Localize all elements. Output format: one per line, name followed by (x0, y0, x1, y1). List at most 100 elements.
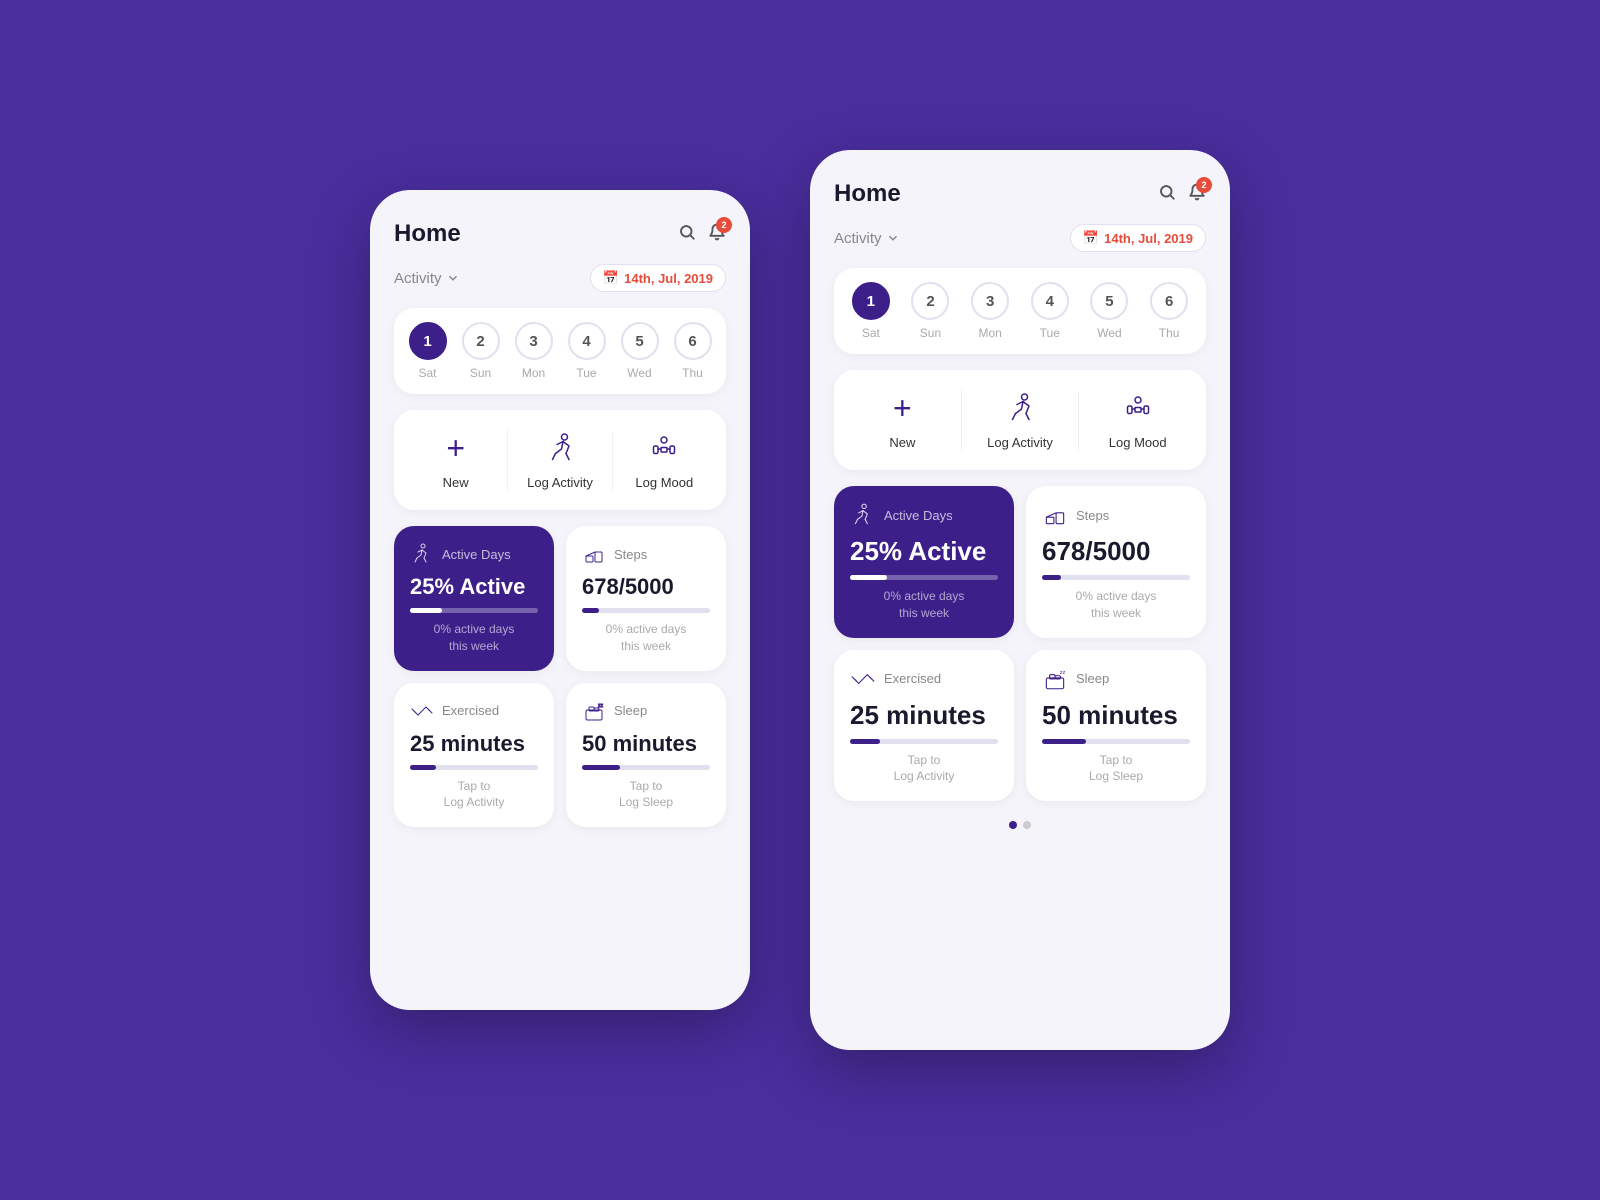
exercise-icon-left (410, 699, 434, 723)
cal-day-4-left[interactable]: 4 Tue (568, 322, 606, 380)
cal-day-2-right[interactable]: 2 Sun (911, 282, 949, 340)
svg-text:zz: zz (1060, 670, 1066, 676)
activity-dropdown-right[interactable]: Activity (834, 230, 900, 247)
stats-grid-left: Active Days 25% Active 0% active daysthi… (394, 526, 726, 827)
search-button-left[interactable] (678, 223, 696, 246)
new-button-left[interactable]: + New (404, 430, 508, 490)
sleep-title-right: Sleep (1076, 671, 1109, 686)
cal-num-4-right: 4 (1031, 282, 1069, 320)
cal-day-1-left[interactable]: 1 Sat (409, 322, 447, 380)
run-icon-right (1002, 391, 1038, 427)
activity-dropdown-left[interactable]: Activity (394, 270, 460, 287)
cal-day-4-right[interactable]: 4 Tue (1031, 282, 1069, 340)
steps-fill-right (1042, 575, 1061, 580)
sleep-value-right: 50 minutes (1042, 700, 1190, 731)
active-days-card-left[interactable]: Active Days 25% Active 0% active daysthi… (394, 526, 554, 671)
notification-button-right[interactable]: 2 (1188, 183, 1206, 206)
exercised-sub-left: Tap toLog Activity (410, 778, 538, 812)
cal-label-6-right: Thu (1159, 326, 1180, 340)
exercised-card-left[interactable]: Exercised 25 minutes Tap toLog Activity (394, 683, 554, 828)
active-days-value-left: 25% Active (410, 574, 538, 600)
cal-day-6-right[interactable]: 6 Thu (1150, 282, 1188, 340)
exercised-sub-right: Tap toLog Activity (850, 752, 998, 786)
cal-num-2-right: 2 (911, 282, 949, 320)
search-button-right[interactable] (1158, 183, 1176, 206)
log-mood-button-left[interactable]: Log Mood (613, 431, 716, 490)
notification-badge-right: 2 (1196, 177, 1212, 193)
exercised-value-right: 25 minutes (850, 700, 998, 731)
steps-icon-left (582, 542, 606, 566)
app-title-left: Home (394, 220, 461, 248)
cal-label-5-left: Wed (627, 366, 651, 380)
sleep-icon-right: zz (1042, 666, 1068, 692)
sleep-fill-left (582, 765, 620, 770)
log-mood-button-right[interactable]: Log Mood (1079, 391, 1196, 450)
calendar-icon-right: 📅 (1083, 230, 1099, 246)
active-days-sub-left: 0% active daysthis week (410, 621, 538, 655)
steps-sub-left: 0% active daysthis week (582, 621, 710, 655)
notification-button-left[interactable]: 2 (708, 223, 726, 246)
active-days-sub-right: 0% active daysthis week (850, 588, 998, 622)
plus-icon-right: + (893, 390, 912, 427)
cal-day-5-left[interactable]: 5 Wed (621, 322, 659, 380)
sleep-sub-right: Tap toLog Sleep (1042, 752, 1190, 786)
cal-day-1-right[interactable]: 1 Sat (852, 282, 890, 340)
exercised-card-right[interactable]: Exercised 25 minutes Tap toLog Activity (834, 650, 1014, 802)
calendar-icon-left: 📅 (603, 270, 619, 286)
cal-num-6-right: 6 (1150, 282, 1188, 320)
steps-value-right: 678/5000 (1042, 536, 1190, 567)
active-days-progress-right (850, 575, 998, 580)
log-activity-button-left[interactable]: Log Activity (508, 431, 612, 490)
cal-day-3-right[interactable]: 3 Mon (971, 282, 1009, 340)
cal-num-1-right: 1 (852, 282, 890, 320)
cal-label-2-left: Sun (470, 366, 491, 380)
steps-title-right: Steps (1076, 508, 1109, 523)
calendar-strip-right: 1 Sat 2 Sun 3 Mon 4 Tue 5 Wed 6 Thu (834, 268, 1206, 354)
cal-day-2-left[interactable]: 2 Sun (462, 322, 500, 380)
new-button-right[interactable]: + New (844, 390, 962, 450)
plus-icon-left: + (446, 430, 465, 467)
exercised-progress-right (850, 739, 998, 744)
dot-inactive-right (1023, 821, 1031, 829)
cal-label-3-right: Mon (978, 326, 1001, 340)
phone-right: Home 2 Activity 📅 14th, Jul, 2019 (810, 150, 1230, 1050)
cal-num-3-left: 3 (515, 322, 553, 360)
sleep-icon-left: zz (582, 699, 606, 723)
app-title-right: Home (834, 180, 901, 208)
cal-day-3-left[interactable]: 3 Mon (515, 322, 553, 380)
active-days-fill-left (410, 608, 442, 613)
cal-label-1-left: Sat (418, 366, 436, 380)
date-badge-right[interactable]: 📅 14th, Jul, 2019 (1070, 224, 1206, 252)
cal-label-4-left: Tue (576, 366, 596, 380)
exercised-title-left: Exercised (442, 703, 499, 718)
phone-left: Home 2 Activity 📅 14th, Jul, 2019 (370, 190, 750, 1010)
active-days-icon-left (410, 542, 434, 566)
steps-card-right[interactable]: Steps 678/5000 0% active daysthis week (1026, 486, 1206, 638)
log-activity-button-right[interactable]: Log Activity (962, 391, 1080, 450)
sleep-fill-right (1042, 739, 1086, 744)
steps-card-left[interactable]: Steps 678/5000 0% active daysthis week (566, 526, 726, 671)
exercised-header-right: Exercised (850, 666, 998, 692)
steps-sub-right: 0% active daysthis week (1042, 588, 1190, 622)
cal-label-3-left: Mon (522, 366, 545, 380)
sleep-card-right[interactable]: zz Sleep 50 minutes Tap toLog Sleep (1026, 650, 1206, 802)
header-icons-left: 2 (678, 223, 726, 246)
sleep-card-left[interactable]: zz Sleep 50 minutes Tap toLog Sleep (566, 683, 726, 828)
new-label-left: New (443, 475, 469, 490)
date-badge-left[interactable]: 📅 14th, Jul, 2019 (590, 264, 726, 292)
subheader-right: Activity 📅 14th, Jul, 2019 (834, 224, 1206, 252)
header-icons-right: 2 (1158, 183, 1206, 206)
active-days-card-right[interactable]: Active Days 25% Active 0% active daysthi… (834, 486, 1014, 638)
steps-header-right: Steps (1042, 502, 1190, 528)
cal-day-6-left[interactable]: 6 Thu (674, 322, 712, 380)
steps-progress-right (1042, 575, 1190, 580)
exercised-title-right: Exercised (884, 671, 941, 686)
header-left: Home 2 (394, 220, 726, 248)
log-mood-label-left: Log Mood (635, 475, 693, 490)
cal-num-3-right: 3 (971, 282, 1009, 320)
sleep-header-left: zz Sleep (582, 699, 710, 723)
sleep-progress-right (1042, 739, 1190, 744)
cal-label-2-right: Sun (920, 326, 941, 340)
action-row-right: + New Log Activity Log Mood (834, 370, 1206, 470)
cal-day-5-right[interactable]: 5 Wed (1090, 282, 1128, 340)
